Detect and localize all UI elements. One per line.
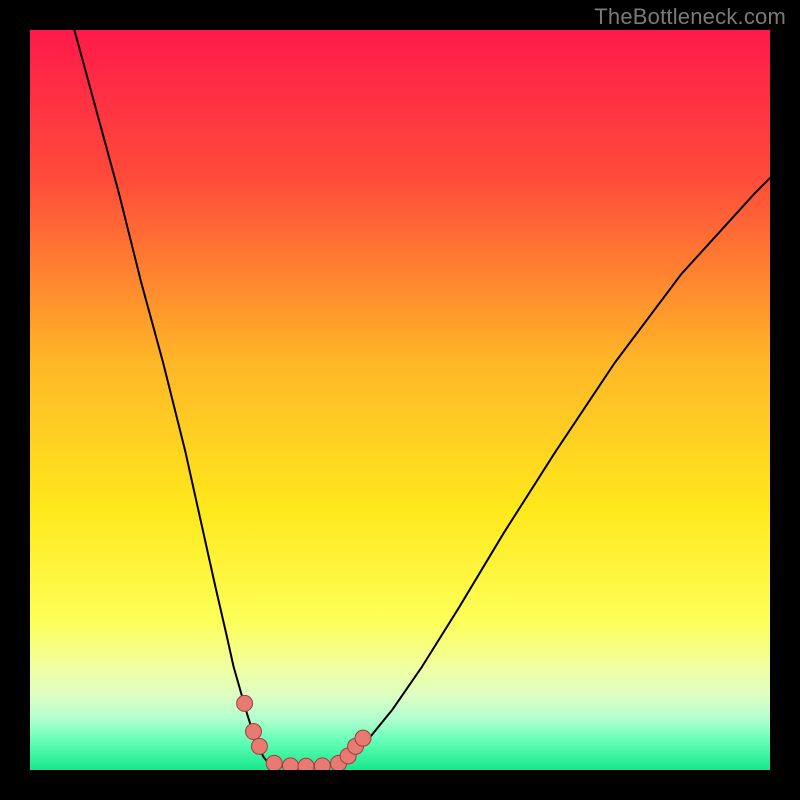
marker-point [266, 755, 282, 770]
marker-point [298, 758, 314, 770]
marker-point [355, 730, 371, 746]
marker-point [314, 758, 330, 770]
marker-point [237, 695, 253, 711]
marker-point [251, 738, 267, 754]
curve-layer [30, 30, 770, 770]
bottleneck-curve [74, 30, 770, 768]
watermark-text: TheBottleneck.com [594, 4, 786, 30]
marker-point [245, 724, 261, 740]
marker-point [282, 758, 298, 770]
curve-markers [237, 695, 371, 770]
chart-frame: TheBottleneck.com [0, 0, 800, 800]
plot-area [30, 30, 770, 770]
